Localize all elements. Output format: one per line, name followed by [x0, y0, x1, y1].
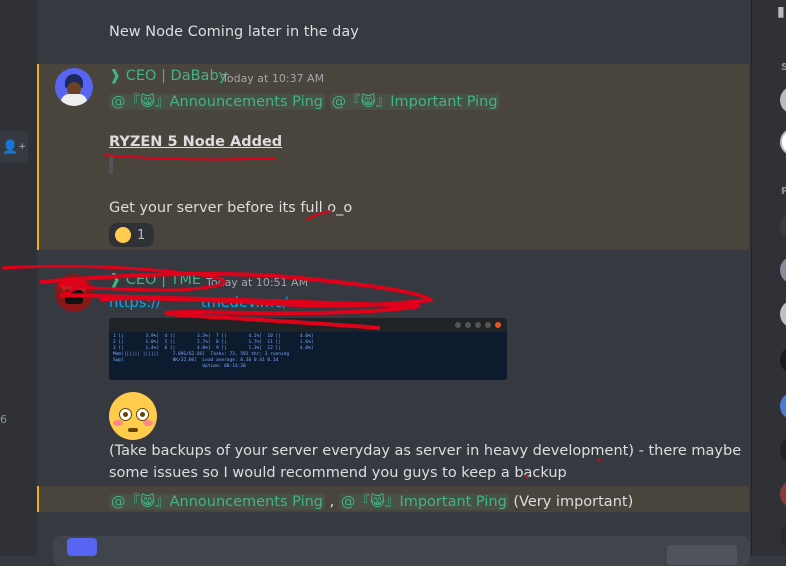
- underline-scribble: [103, 154, 277, 161]
- underline-scribble: [305, 210, 333, 221]
- annotation-scribbles: [1, 154, 601, 479]
- mark-scribble: [524, 474, 529, 479]
- mark-scribble: [597, 458, 601, 462]
